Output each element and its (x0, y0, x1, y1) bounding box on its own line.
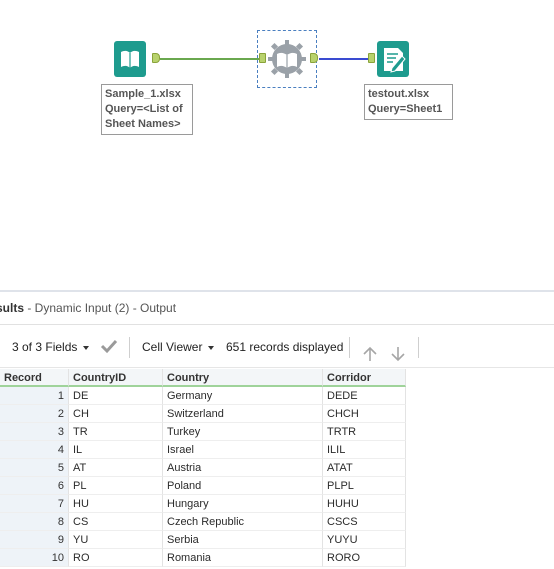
dynamic-output-anchor[interactable] (310, 53, 318, 63)
results-title: sults (0, 301, 25, 315)
record-number-cell[interactable]: 10 (0, 549, 69, 567)
record-number-cell[interactable]: 1 (0, 387, 69, 405)
cell-viewer-label: Cell Viewer (142, 340, 203, 354)
table-row[interactable]: 9 YU Serbia YUYU (0, 531, 406, 549)
table-row[interactable]: 4 IL Israel ILIL (0, 441, 406, 459)
scroll-up-button[interactable] (361, 338, 379, 361)
corridor-cell[interactable]: ILIL (323, 441, 406, 459)
table-row[interactable]: 8 CS Czech Republic CSCS (0, 513, 406, 531)
input-tool-annotation: Sample_1.xlsx Query=<List of Sheet Names… (101, 84, 193, 135)
toolbar-divider (418, 337, 419, 358)
grid-header-row: Record CountryID Country Corridor (0, 369, 406, 387)
results-subtitle: - Dynamic Input (2) - Output (24, 301, 177, 315)
country-cell[interactable]: Romania (163, 549, 323, 567)
records-displayed-label: 651 records displayed (226, 340, 344, 354)
fields-dropdown[interactable]: 3 of 3 Fields (12, 326, 90, 368)
cell-viewer-dropdown[interactable]: Cell Viewer (142, 326, 215, 368)
output-input-anchor[interactable] (368, 53, 375, 63)
input-data-tool[interactable] (113, 40, 147, 78)
record-number-cell[interactable]: 2 (0, 405, 69, 423)
input-label-line-1: Sample_1.xlsx (105, 88, 181, 100)
gear-book-icon (268, 40, 306, 78)
record-number-cell[interactable]: 9 (0, 531, 69, 549)
input-output-anchor[interactable] (152, 53, 160, 63)
table-row[interactable]: 7 HU Hungary HUHU (0, 495, 406, 513)
country-cell[interactable]: Serbia (163, 531, 323, 549)
countryid-cell[interactable]: YU (69, 531, 163, 549)
output-label-line-1: testout.xlsx (368, 88, 430, 100)
output-tool-annotation: testout.xlsx Query=Sheet1 (364, 84, 453, 120)
scroll-down-button[interactable] (389, 338, 407, 362)
corridor-cell[interactable]: CSCS (323, 513, 406, 531)
output-label-line-2: Query=Sheet1 (368, 103, 443, 115)
fields-dropdown-label: 3 of 3 Fields (12, 340, 78, 354)
countryid-cell[interactable]: TR (69, 423, 163, 441)
corridor-cell[interactable]: YUYU (323, 531, 406, 549)
record-number-cell[interactable]: 8 (0, 513, 69, 531)
country-cell[interactable]: Austria (163, 459, 323, 477)
table-row[interactable]: 6 PL Poland PLPL (0, 477, 406, 495)
countryid-cell[interactable]: CH (69, 405, 163, 423)
record-number-cell[interactable]: 6 (0, 477, 69, 495)
country-cell[interactable]: Germany (163, 387, 323, 405)
corridor-cell[interactable]: RORO (323, 549, 406, 567)
input-label-line-3: Sheet Names> (105, 118, 181, 130)
countryid-cell[interactable]: PL (69, 477, 163, 495)
arrow-down-icon (391, 347, 405, 362)
corridor-cell[interactable]: PLPL (323, 477, 406, 495)
output-data-tool[interactable] (376, 40, 410, 78)
book-icon (114, 41, 146, 77)
record-number-cell[interactable]: 7 (0, 495, 69, 513)
dynamic-input-tool[interactable] (257, 30, 318, 88)
corridor-cell[interactable]: HUHU (323, 495, 406, 513)
corridor-cell[interactable]: DEDE (323, 387, 406, 405)
column-header-corridor[interactable]: Corridor (323, 369, 406, 387)
column-header-countryid[interactable]: CountryID (69, 369, 163, 387)
countryid-cell[interactable]: DE (69, 387, 163, 405)
country-cell[interactable]: Czech Republic (163, 513, 323, 531)
countryid-cell[interactable]: AT (69, 459, 163, 477)
corridor-cell[interactable]: TRTR (323, 423, 406, 441)
corridor-cell[interactable]: ATAT (323, 459, 406, 477)
table-row[interactable]: 3 TR Turkey TRTR (0, 423, 406, 441)
record-number-cell[interactable]: 4 (0, 441, 69, 459)
chevron-down-icon (208, 345, 215, 350)
column-header-record[interactable]: Record (0, 369, 69, 387)
connection-input-to-dynamic[interactable] (160, 58, 264, 60)
countryid-cell[interactable]: IL (69, 441, 163, 459)
table-row[interactable]: 1 DE Germany DEDE (0, 387, 406, 405)
arrow-up-icon (363, 346, 377, 361)
results-header: sults - Dynamic Input (2) - Output (0, 292, 554, 325)
document-pencil-icon (377, 41, 409, 77)
records-displayed: 651 records displayed (226, 326, 343, 368)
country-cell[interactable]: Israel (163, 441, 323, 459)
table-row[interactable]: 10 RO Romania RORO (0, 549, 406, 567)
corridor-cell[interactable]: CHCH (323, 405, 406, 423)
country-cell[interactable]: Turkey (163, 423, 323, 441)
column-header-country[interactable]: Country (163, 369, 323, 387)
countryid-cell[interactable]: RO (69, 549, 163, 567)
record-number-cell[interactable]: 5 (0, 459, 69, 477)
apply-check-button[interactable] (100, 338, 118, 356)
table-row[interactable]: 5 AT Austria ATAT (0, 459, 406, 477)
workflow-canvas[interactable]: Sample_1.xlsx Query=<List of Sheet Names… (0, 0, 554, 290)
checkmark-icon (100, 339, 118, 354)
country-cell[interactable]: Hungary (163, 495, 323, 513)
country-cell[interactable]: Switzerland (163, 405, 323, 423)
connection-dynamic-to-output[interactable] (319, 58, 369, 60)
dynamic-input-anchor[interactable] (259, 53, 266, 63)
record-number-cell[interactable]: 3 (0, 423, 69, 441)
countryid-cell[interactable]: CS (69, 513, 163, 531)
toolbar-divider (129, 337, 130, 358)
toolbar-divider (349, 337, 350, 358)
countryid-cell[interactable]: HU (69, 495, 163, 513)
table-row[interactable]: 2 CH Switzerland CHCH (0, 405, 406, 423)
country-cell[interactable]: Poland (163, 477, 323, 495)
input-label-line-2: Query=<List of (105, 103, 183, 115)
results-toolbar: 3 of 3 Fields Cell Viewer 651 records di… (0, 326, 554, 368)
chevron-down-icon (83, 345, 90, 350)
